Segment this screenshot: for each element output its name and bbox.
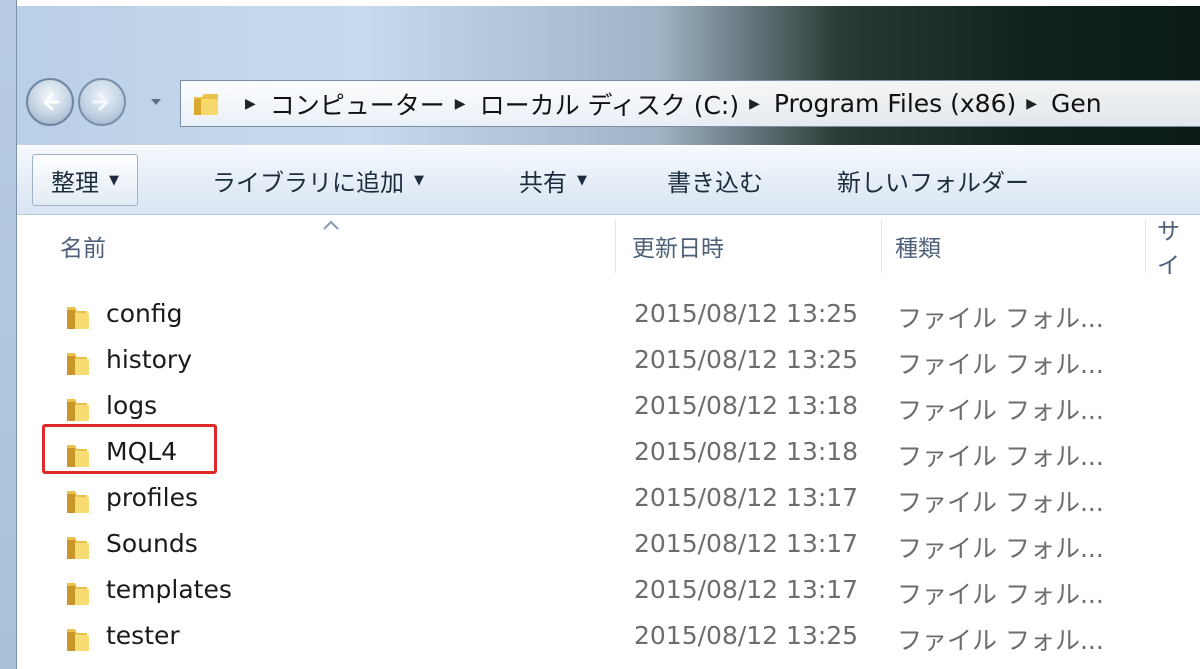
file-name: config: [106, 299, 183, 328]
file-name: history: [106, 345, 192, 374]
forward-arrow-icon: [92, 93, 109, 111]
file-type: ファイル フォル...: [897, 396, 1104, 425]
folder-icon: [67, 307, 89, 329]
list-item[interactable]: Sounds 2015/08/12 13:17 ファイル フォル...: [17, 523, 1200, 569]
folder-icon: [67, 353, 89, 375]
folder-icon: [67, 583, 89, 605]
burn-button[interactable]: 書き込む: [667, 154, 763, 206]
add-to-library-button[interactable]: ライブラリに追加 ▼: [212, 154, 424, 206]
file-type: ファイル フォル...: [897, 488, 1104, 517]
file-modified: 2015/08/12 13:18: [634, 437, 859, 466]
file-type: ファイル フォル...: [897, 534, 1104, 563]
file-type: ファイル フォル...: [897, 304, 1104, 333]
column-header-size[interactable]: サイ: [1157, 215, 1200, 279]
file-name: Sounds: [106, 529, 198, 558]
add-to-library-label: ライブラリに追加: [212, 168, 404, 197]
column-header-name[interactable]: 名前: [60, 215, 106, 277]
chevron-down-icon: ▼: [109, 172, 119, 188]
file-list: 名前 更新日時 種類 サイ config 2015/08/12 13:25 ファ…: [17, 215, 1200, 669]
new-folder-button[interactable]: 新しいフォルダー: [837, 154, 1029, 206]
column-divider[interactable]: [615, 219, 616, 273]
file-type: ファイル フォル...: [897, 580, 1104, 609]
breadcrumb-separator-icon[interactable]: ▶: [749, 96, 760, 112]
share-label: 共有: [519, 168, 567, 197]
list-item[interactable]: tester 2015/08/12 13:25 ファイル フォル...: [17, 615, 1200, 661]
burn-label: 書き込む: [667, 168, 763, 197]
file-modified: 2015/08/12 13:25: [634, 621, 859, 650]
breadcrumb-local-disk[interactable]: ローカル ディスク (C:): [480, 86, 740, 122]
file-type: ファイル フォル...: [897, 350, 1104, 379]
breadcrumb-separator-icon[interactable]: ▶: [1026, 96, 1037, 112]
back-arrow-icon: [43, 93, 60, 111]
organize-button[interactable]: 整理 ▼: [32, 154, 138, 206]
file-modified: 2015/08/12 13:18: [634, 391, 859, 420]
file-name: tester: [106, 621, 180, 650]
file-modified: 2015/08/12 13:17: [634, 529, 859, 558]
list-item[interactable]: config 2015/08/12 13:25 ファイル フォル...: [17, 293, 1200, 339]
file-type: ファイル フォル...: [897, 626, 1104, 655]
file-modified: 2015/08/12 13:25: [634, 345, 859, 374]
forward-button[interactable]: [78, 78, 126, 126]
folder-icon: [194, 93, 218, 115]
window-frame-left: [0, 0, 17, 669]
column-header-modified[interactable]: 更新日時: [632, 215, 724, 277]
list-item[interactable]: templates 2015/08/12 13:17 ファイル フォル...: [17, 569, 1200, 615]
column-divider[interactable]: [881, 219, 882, 273]
new-folder-label: 新しいフォルダー: [837, 168, 1029, 197]
file-name: logs: [106, 391, 158, 420]
breadcrumb-computer[interactable]: コンピューター: [270, 86, 445, 122]
breadcrumb-separator-icon[interactable]: ▶: [245, 96, 256, 112]
address-bar[interactable]: ▶ コンピューター ▶ ローカル ディスク (C:) ▶ Program Fil…: [180, 80, 1200, 127]
folder-icon: [67, 491, 89, 513]
file-type: ファイル フォル...: [897, 442, 1104, 471]
command-toolbar: 整理 ▼ ライブラリに追加 ▼ 共有 ▼ 書き込む 新しいフォルダー: [17, 146, 1200, 215]
breadcrumb-separator-icon[interactable]: ▶: [455, 96, 466, 112]
mql4-highlight-box: [42, 424, 217, 474]
window-frame-edge: [0, 0, 1200, 6]
back-button[interactable]: [26, 78, 74, 126]
recent-pages-chevron-down-icon[interactable]: [150, 97, 162, 107]
list-item[interactable]: history 2015/08/12 13:25 ファイル フォル...: [17, 339, 1200, 385]
folder-icon: [67, 629, 89, 651]
breadcrumb-gen[interactable]: Gen: [1051, 89, 1102, 118]
list-item[interactable]: profiles 2015/08/12 13:17 ファイル フォル...: [17, 477, 1200, 523]
file-modified: 2015/08/12 13:25: [634, 299, 859, 328]
file-modified: 2015/08/12 13:17: [634, 483, 859, 512]
file-name: templates: [106, 575, 232, 604]
breadcrumb-program-files[interactable]: Program Files (x86): [774, 89, 1016, 118]
sort-ascending-icon: [323, 220, 339, 230]
share-button[interactable]: 共有 ▼: [519, 154, 587, 206]
folder-icon: [67, 537, 89, 559]
chevron-down-icon: ▼: [414, 172, 424, 188]
chevron-down-icon: ▼: [577, 172, 587, 188]
organize-label: 整理: [51, 168, 99, 197]
folder-icon: [67, 399, 89, 421]
file-name: profiles: [106, 483, 198, 512]
file-modified: 2015/08/12 13:17: [634, 575, 859, 604]
column-header-type[interactable]: 種類: [895, 215, 941, 277]
column-divider[interactable]: [1145, 219, 1146, 273]
